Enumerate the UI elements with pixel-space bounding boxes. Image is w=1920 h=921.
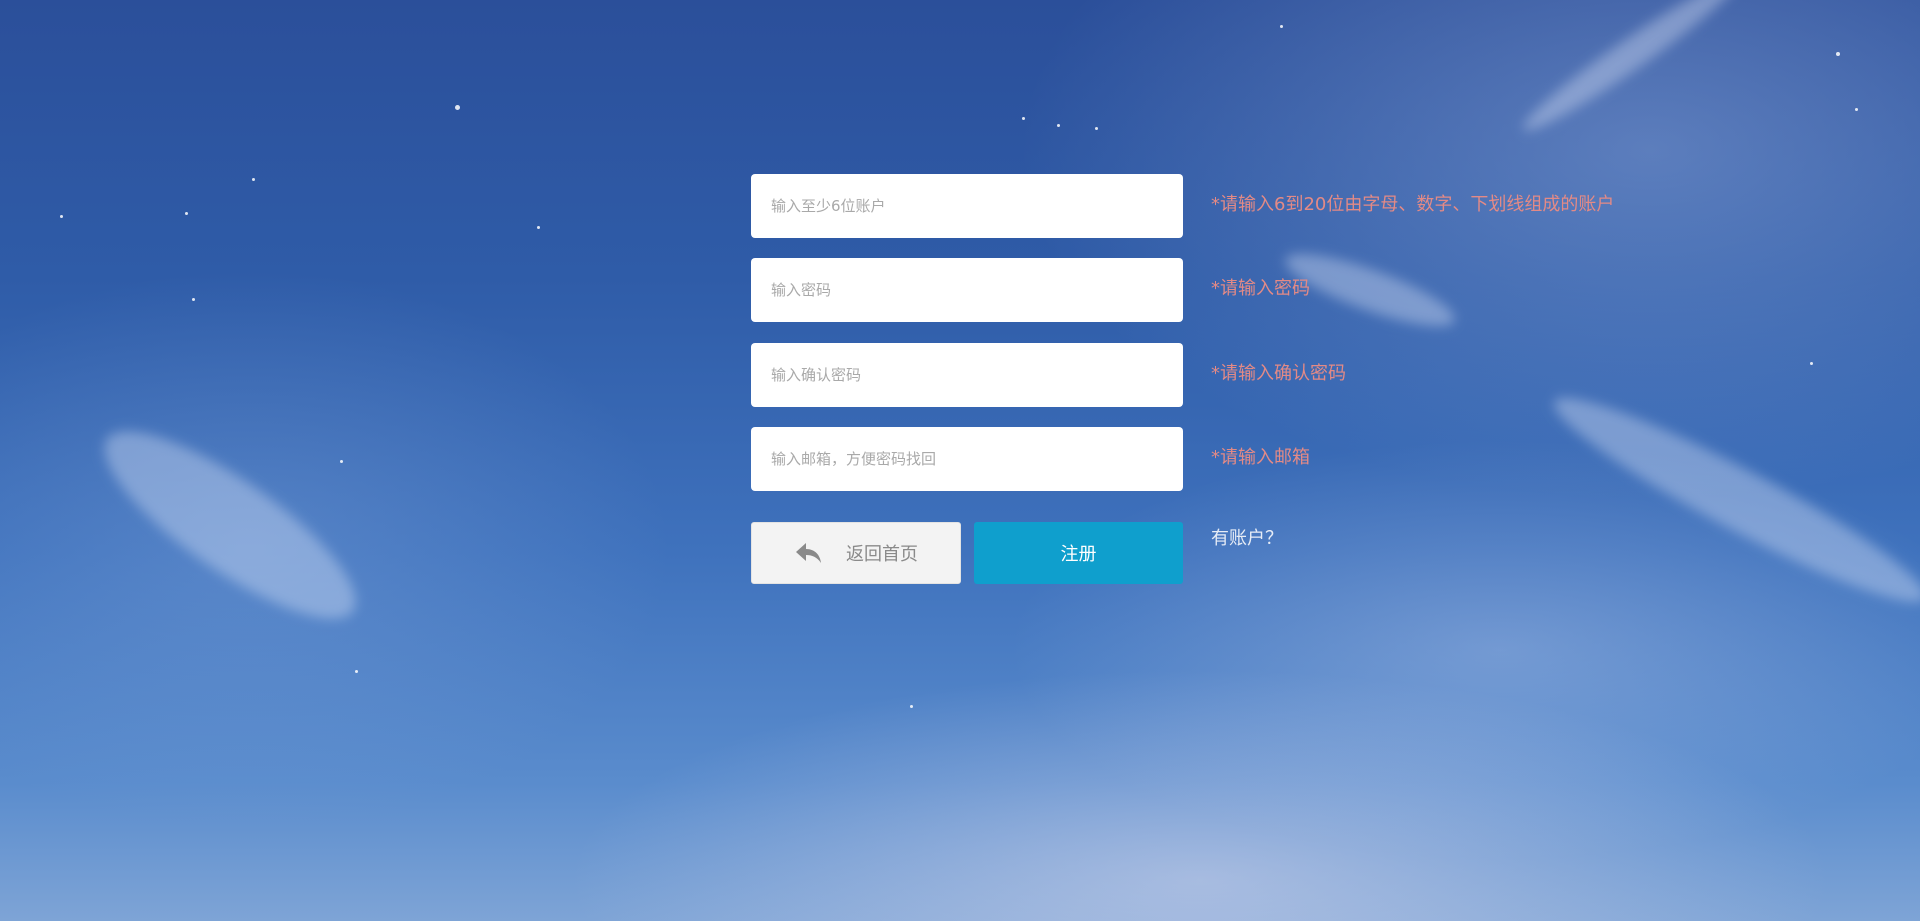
- star: [60, 215, 63, 218]
- star: [185, 212, 188, 215]
- email-hint: *请输入邮箱: [1211, 447, 1310, 468]
- account-hint: *请输入6到20位由字母、数字、下划线组成的账户: [1211, 194, 1615, 215]
- cloud-streak: [1540, 374, 1920, 626]
- star: [252, 178, 255, 181]
- star: [340, 460, 343, 463]
- password-hint: *请输入密码: [1211, 278, 1310, 299]
- email-row: *请输入邮箱: [751, 427, 1751, 491]
- star: [1855, 108, 1858, 111]
- actions-row: 返回首页 注册 有账户？: [751, 522, 1751, 586]
- back-home-label: 返回首页: [846, 544, 918, 565]
- star: [1810, 362, 1813, 365]
- register-label: 注册: [1060, 544, 1097, 565]
- star: [537, 226, 540, 229]
- star: [355, 670, 358, 673]
- register-page: *请输入6到20位由字母、数字、下划线组成的账户 *请输入密码 *请输入确认密码…: [0, 0, 1920, 921]
- star: [1057, 124, 1060, 127]
- cloud-streak: [81, 402, 379, 648]
- password-row: *请输入密码: [751, 258, 1751, 322]
- register-button[interactable]: 注册: [974, 522, 1183, 584]
- confirm-password-row: *请输入确认密码: [751, 343, 1751, 407]
- confirm-password-input[interactable]: [751, 343, 1183, 407]
- reply-arrow-icon: [794, 540, 824, 566]
- star: [1095, 127, 1098, 130]
- star: [910, 705, 913, 708]
- star: [1280, 25, 1283, 28]
- account-row: *请输入6到20位由字母、数字、下划线组成的账户: [751, 174, 1751, 238]
- cloud-streak: [1514, 0, 1746, 142]
- confirm-password-hint: *请输入确认密码: [1211, 363, 1346, 384]
- back-home-button[interactable]: 返回首页: [751, 522, 961, 584]
- email-input[interactable]: [751, 427, 1183, 491]
- has-account-link[interactable]: 有账户？: [1211, 524, 1283, 550]
- password-input[interactable]: [751, 258, 1183, 322]
- star: [1836, 52, 1840, 56]
- star: [455, 105, 460, 110]
- star: [192, 298, 195, 301]
- account-input[interactable]: [751, 174, 1183, 238]
- star: [1022, 117, 1025, 120]
